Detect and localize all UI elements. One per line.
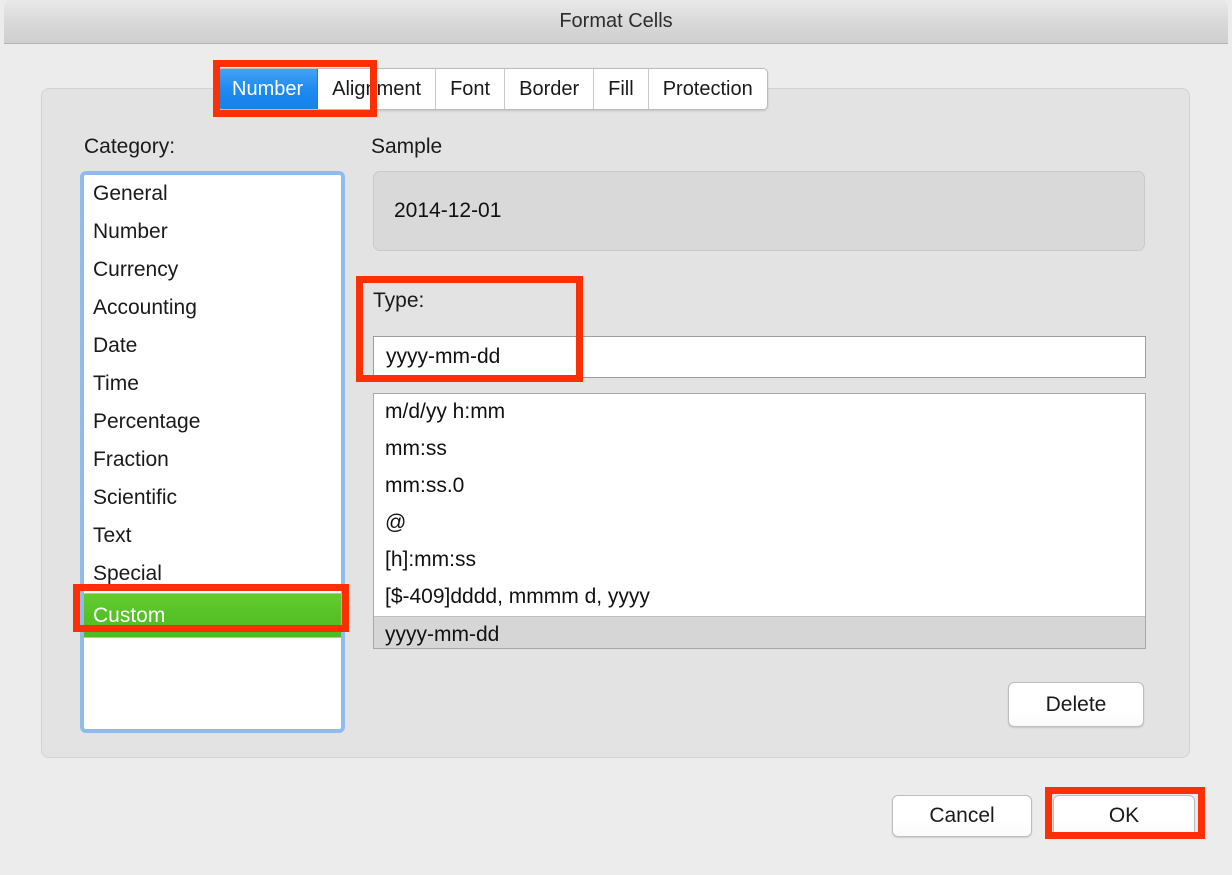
sample-preview-box: 2014-12-01 — [373, 171, 1145, 251]
category-item-currency[interactable]: Currency — [84, 251, 341, 289]
sample-label: Sample — [371, 135, 443, 158]
category-item-date[interactable]: Date — [84, 327, 341, 365]
category-label: Category: — [84, 135, 176, 158]
dialog-title: Format Cells — [559, 10, 673, 32]
category-item-percentage[interactable]: Percentage — [84, 403, 341, 441]
format-cells-dialog: Format Cells Number Alignment Font Borde… — [4, 0, 1228, 875]
cancel-button[interactable]: Cancel — [892, 795, 1032, 837]
delete-button[interactable]: Delete — [1008, 682, 1144, 727]
type-input-value: yyyy-mm-dd — [386, 345, 501, 368]
tab-protection[interactable]: Protection — [648, 69, 767, 109]
type-label: Type: — [373, 289, 425, 312]
dialog-titlebar[interactable]: Format Cells — [4, 0, 1228, 44]
format-item-6[interactable]: yyyy-mm-dd — [374, 616, 1145, 648]
tab-number[interactable]: Number — [218, 69, 319, 109]
tab-alignment[interactable]: Alignment — [318, 69, 437, 109]
category-item-accounting[interactable]: Accounting — [84, 289, 341, 327]
category-item-scientific[interactable]: Scientific — [84, 479, 341, 517]
category-item-fraction[interactable]: Fraction — [84, 441, 341, 479]
category-listbox[interactable]: General Number Currency Accounting Date … — [80, 171, 345, 733]
category-item-text[interactable]: Text — [84, 517, 341, 555]
format-item-4[interactable]: [h]:mm:ss — [374, 542, 1145, 579]
format-item-2[interactable]: mm:ss.0 — [374, 468, 1145, 505]
type-input[interactable]: yyyy-mm-dd — [373, 336, 1146, 378]
category-item-number[interactable]: Number — [84, 213, 341, 251]
format-item-1[interactable]: mm:ss — [374, 431, 1145, 468]
category-item-general[interactable]: General — [84, 175, 341, 213]
category-item-time[interactable]: Time — [84, 365, 341, 403]
number-tab-panel: Category: General Number Currency Accoun… — [41, 88, 1190, 758]
ok-button[interactable]: OK — [1053, 795, 1195, 837]
format-listbox[interactable]: m/d/yy h:mm mm:ss mm:ss.0 @ [h]:mm:ss [$… — [373, 393, 1146, 649]
tab-font[interactable]: Font — [436, 69, 506, 109]
tab-bar: Number Alignment Font Border Fill Protec… — [217, 68, 768, 110]
tab-border[interactable]: Border — [505, 69, 595, 109]
tab-fill[interactable]: Fill — [594, 69, 649, 109]
sample-value: 2014-12-01 — [394, 199, 502, 222]
format-item-5[interactable]: [$-409]dddd, mmmm d, yyyy — [374, 579, 1145, 616]
format-item-0[interactable]: m/d/yy h:mm — [374, 394, 1145, 431]
format-item-3[interactable]: @ — [374, 505, 1145, 542]
category-item-custom[interactable]: Custom — [84, 593, 341, 638]
category-item-special[interactable]: Special — [84, 555, 341, 593]
